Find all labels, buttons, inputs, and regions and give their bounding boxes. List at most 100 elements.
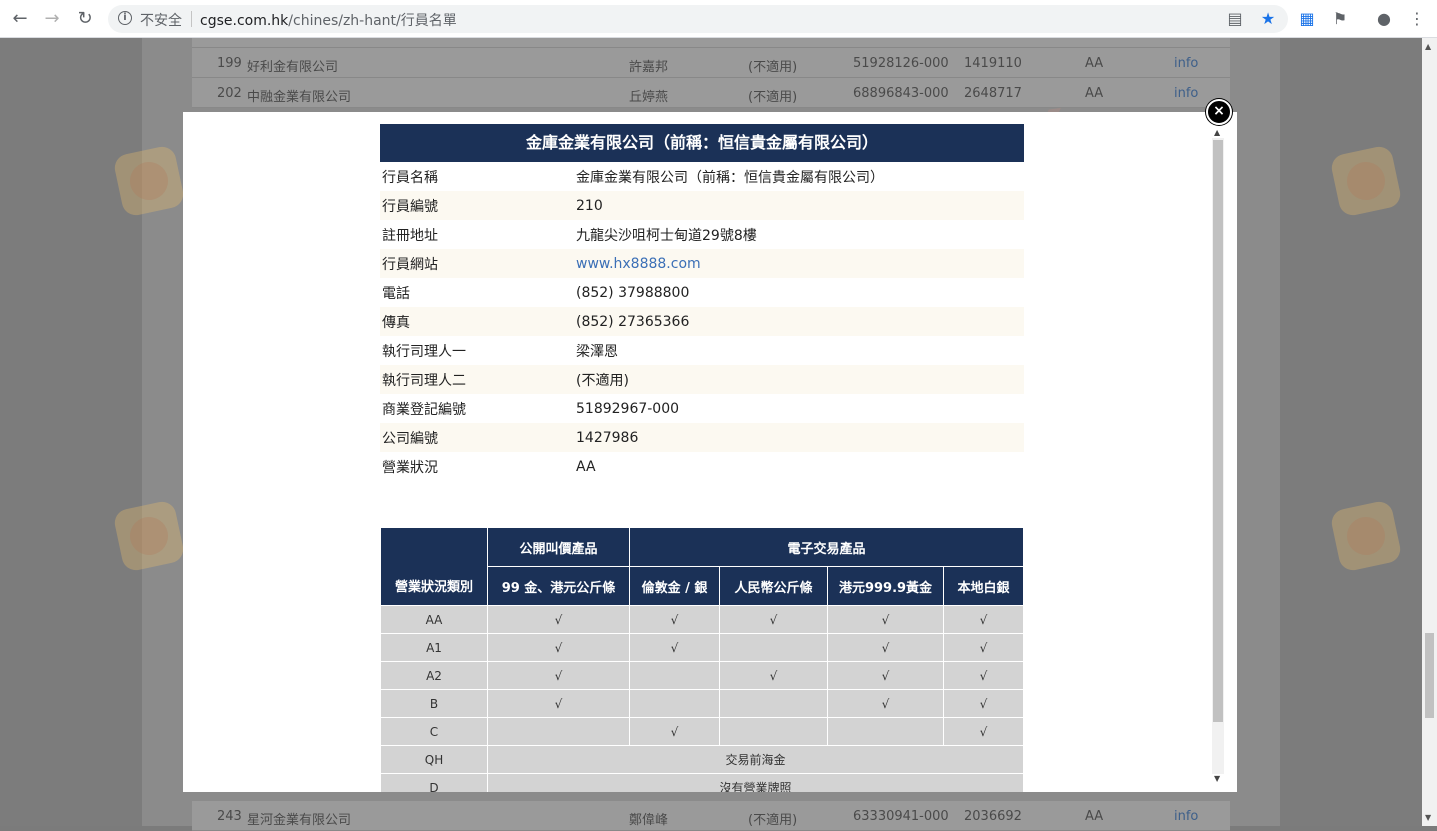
scroll-down-icon[interactable]: ▼ <box>1425 813 1431 822</box>
status-check-cell: √ <box>943 689 1024 718</box>
background-table-row: 243 星河金業有限公司 鄭偉峰 (不適用) 63330941-000 2036692 AA… <box>192 801 1230 831</box>
product-column-header: 港元999.9黃金 <box>827 566 944 606</box>
url-text[interactable]: cgse.com.hk/chines/zh-hant/行員名單 <box>200 10 457 30</box>
background-cell-name: 星河金業有限公司 <box>247 813 352 828</box>
status-category: A1 <box>380 633 488 662</box>
status-check-cell: √ <box>719 661 828 690</box>
scroll-up-icon[interactable]: ▲ <box>1214 128 1220 137</box>
status-row: AA √ √ √ √ √ <box>380 605 1024 634</box>
status-check-cell: √ <box>827 689 944 718</box>
background-cell-no: 243 <box>217 809 242 824</box>
address-separator <box>191 11 192 27</box>
page-scrollbar[interactable]: ▲ ▼ <box>1422 38 1437 826</box>
status-category: AA <box>380 605 488 634</box>
status-row: A2 √ √ √ √ <box>380 661 1024 690</box>
translate-icon[interactable]: ▤ <box>1225 9 1245 29</box>
info-label: 行員編號 <box>380 191 574 220</box>
website-link[interactable]: www.hx8888.com <box>576 256 701 272</box>
status-category: QH <box>380 745 488 774</box>
info-icon[interactable]: i <box>118 11 132 25</box>
info-value: (不適用) <box>574 365 1024 394</box>
status-check-cell: √ <box>719 605 828 634</box>
info-label: 行員名稱 <box>382 169 438 186</box>
status-check-cell: √ <box>827 661 944 690</box>
product-column-header: 人民幣公斤條 <box>719 566 828 606</box>
info-value: 51892967-000 <box>576 400 680 417</box>
background-table-row: 199 好利金有限公司 許嘉邦 (不適用) 51928126-000 1419110 AA i… <box>192 48 1230 78</box>
info-label: 執行司理人二 <box>380 365 574 394</box>
info-value: (852) 27365366 <box>574 307 1024 336</box>
status-check-cell: √ <box>943 633 1024 662</box>
info-row: 行員編號 210 <box>380 191 1024 220</box>
background-table-row <box>192 38 1230 48</box>
modal-title: 金庫金業有限公司（前稱：恒信貴金屬有限公司） <box>380 124 1024 162</box>
status-check-cell: √ <box>827 605 944 634</box>
background-cell-link[interactable]: info <box>1174 56 1198 71</box>
background-cell-link[interactable]: info <box>1174 86 1198 101</box>
reload-icon[interactable]: ↻ <box>74 8 96 30</box>
info-value: 九龍尖沙咀柯士甸道29號8樓 <box>576 227 757 244</box>
background-cell-link[interactable]: info <box>1174 809 1198 824</box>
info-label: 註冊地址 <box>382 227 438 244</box>
back-arrow-icon[interactable]: ← <box>9 8 31 30</box>
close-icon[interactable]: × <box>1206 99 1232 125</box>
status-note-cell: 沒有營業牌照 <box>487 773 1024 792</box>
background-cell-second: (不適用) <box>748 813 798 828</box>
status-check-cell <box>827 717 944 746</box>
background-cell-no: 199 <box>217 56 242 71</box>
info-row: 執行司理人二 (不適用) <box>380 365 1024 394</box>
info-value: 210 <box>574 191 1024 220</box>
info-label: 傳真 <box>380 307 574 336</box>
background-cell-second: (不適用) <box>748 90 798 105</box>
page-scrollbar-thumb[interactable] <box>1425 633 1434 718</box>
background-cell-name: 中融金業有限公司 <box>247 90 352 105</box>
background-member-table-bottom: 243 星河金業有限公司 鄭偉峰 (不適用) 63330941-000 2036692 AA… <box>192 801 1230 831</box>
status-row: QH 交易前海金 <box>380 745 1024 774</box>
member-detail-modal: 金庫金業有限公司（前稱：恒信貴金屬有限公司） 行員名稱 金庫金業有限公司（前稱：恒… <box>183 112 1237 792</box>
browser-toolbar: ← → ↻ i 不安全 cgse.com.hk/chines/zh-hant/行… <box>0 0 1437 38</box>
forward-arrow-icon[interactable]: → <box>41 8 63 30</box>
status-category: A2 <box>380 661 488 690</box>
info-value: www.hx8888.com <box>574 249 1024 278</box>
info-row: 註冊地址 九龍尖沙咀柯士甸道29號8樓 <box>380 220 1024 249</box>
scroll-up-icon[interactable]: ▲ <box>1425 42 1431 51</box>
status-check-cell: √ <box>629 717 720 746</box>
bookmark-star-icon[interactable]: ★ <box>1258 9 1278 29</box>
insecure-label: 不安全 <box>140 13 182 29</box>
status-check-cell <box>719 633 828 662</box>
background-cell-person: 丘婷燕 <box>629 90 669 105</box>
status-check-cell: √ <box>827 633 944 662</box>
url-path: /chines/zh-hant/行員名單 <box>288 13 457 29</box>
background-cell-reg: 63330941-000 <box>853 809 949 824</box>
info-label: 商業登記編號 <box>382 401 466 418</box>
background-cell-name: 好利金有限公司 <box>247 60 339 75</box>
background-cell-status: AA <box>1085 86 1104 101</box>
profile-avatar-icon[interactable]: ● <box>1374 9 1394 29</box>
background-member-table: 199 好利金有限公司 許嘉邦 (不適用) 51928126-000 1419110 AA i… <box>192 38 1230 108</box>
modal-scrollbar[interactable]: ▲ ▼ <box>1211 128 1225 784</box>
menu-kebab-icon[interactable]: ⋮ <box>1407 9 1427 29</box>
info-row: 傳真 (852) 27365366 <box>380 307 1024 336</box>
modal-scrollbar-thumb[interactable] <box>1213 140 1223 722</box>
status-row: A1 √ √ √ √ <box>380 633 1024 662</box>
address-bar[interactable]: i 不安全 cgse.com.hk/chines/zh-hant/行員名單 ▤ … <box>108 5 1288 33</box>
background-cell-company: 2648717 <box>964 86 1022 101</box>
bookmark-icon[interactable]: ⚑ <box>1330 9 1350 29</box>
status-check-cell: √ <box>943 661 1024 690</box>
status-category: C <box>380 717 488 746</box>
scroll-down-icon[interactable]: ▼ <box>1214 774 1220 783</box>
status-category: D <box>380 773 488 792</box>
status-check-cell: √ <box>487 661 630 690</box>
info-value: (852) 37988800 <box>576 284 690 301</box>
info-row: 行員網站 www.hx8888.com <box>380 249 1024 278</box>
product-column-header: 本地白銀 <box>943 566 1024 606</box>
info-label: 營業狀況 <box>382 459 438 476</box>
status-header-row: 營業狀況類別 公開叫價產品 電子交易產品 <box>380 527 1024 606</box>
background-cell-second: (不適用) <box>748 60 798 75</box>
background-cell-person: 許嘉邦 <box>629 60 669 75</box>
extension-icon[interactable]: ▦ <box>1297 9 1317 29</box>
info-value: 金庫金業有限公司（前稱：恒信貴金屬有限公司） <box>576 169 884 186</box>
background-cell-company: 1419110 <box>964 56 1022 71</box>
status-check-cell: √ <box>629 605 720 634</box>
member-info-table: 行員名稱 金庫金業有限公司（前稱：恒信貴金屬有限公司） 行員編號 210 註冊地址 九龍尖… <box>380 162 1024 481</box>
